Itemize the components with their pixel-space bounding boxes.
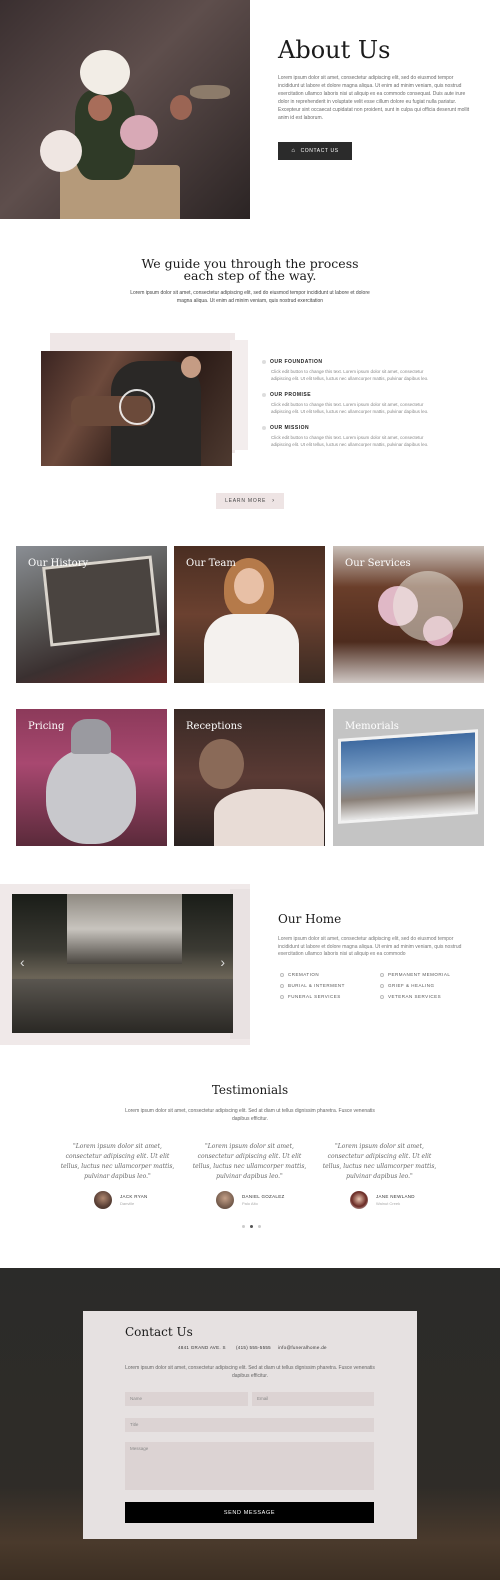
avatar xyxy=(94,1191,112,1209)
chevron-left-icon[interactable]: ‹ xyxy=(20,954,25,970)
check-icon xyxy=(380,972,384,977)
testimonial-author: DANIEL GOZALEZ Palo Alto xyxy=(216,1191,285,1209)
tile-pricing[interactable]: Pricing xyxy=(16,709,167,846)
guide-description: Lorem ipsum dolor sit amet, consectetur … xyxy=(130,290,370,304)
author-location: Walnut Creek xyxy=(376,1201,401,1206)
testimonial-quote: "Lorem ipsum dolor sit amet, consectetur… xyxy=(322,1143,437,1180)
testimonial-quote: "Lorem ipsum dolor sit amet, consectetur… xyxy=(60,1143,175,1180)
play-icon[interactable] xyxy=(119,389,155,425)
contact-email[interactable]: info@funeralhome.de xyxy=(278,1345,327,1350)
carousel-dot-active[interactable] xyxy=(250,1225,253,1228)
author-name: JACK RYAN xyxy=(120,1194,148,1199)
contact-description: Lorem ipsum dolor sit amet, consectetur … xyxy=(125,1365,375,1379)
carousel-dot[interactable] xyxy=(242,1225,245,1228)
check-icon xyxy=(380,994,384,999)
home-description: Lorem ipsum dolor sit amet, consectetur … xyxy=(278,936,462,957)
guide-title: We guide you through the process each st… xyxy=(100,257,400,283)
about-image xyxy=(0,0,250,219)
service-item: CREMATION xyxy=(288,972,320,977)
contact-address: 4841 GRAND AVE. S xyxy=(178,1345,226,1350)
contact-us-button[interactable]: ⌂ CONTACT US xyxy=(278,142,352,160)
author-location: Palo Alto xyxy=(242,1201,258,1206)
contact-title: Contact Us xyxy=(125,1325,193,1339)
author-location: Danville xyxy=(120,1201,135,1206)
testimonial-quote: "Lorem ipsum dolor sit amet, consectetur… xyxy=(192,1143,307,1180)
chevron-right-icon[interactable]: › xyxy=(220,954,225,970)
title-field[interactable]: Title xyxy=(125,1418,374,1432)
service-item: VETERAN SERVICES xyxy=(388,994,442,999)
feature-foundation: OUR FOUNDATION Click edit button to chan… xyxy=(262,359,442,382)
check-icon xyxy=(280,983,284,988)
services-right: PERMANENT MEMORIAL GRIEF & HEALING VETER… xyxy=(380,972,450,999)
feature-text: Click edit button to change this text. L… xyxy=(271,402,429,414)
feature-title: OUR FOUNDATION xyxy=(270,359,323,365)
testimonial-author: JACK RYAN Danville xyxy=(94,1191,148,1209)
learn-more-button[interactable]: LEARN MORE › xyxy=(216,493,284,509)
home-title: Our Home xyxy=(278,912,342,926)
feature-title: OUR MISSION xyxy=(270,425,310,431)
about-description: Lorem ipsum dolor sit amet, consectetur … xyxy=(278,75,470,121)
author-name: JANE NEWLAND xyxy=(376,1194,415,1199)
testimonial-author: JANE NEWLAND Walnut Creek xyxy=(350,1191,415,1209)
service-item: GRIEF & HEALING xyxy=(388,983,435,988)
avatar xyxy=(216,1191,234,1209)
feature-dot-icon xyxy=(262,360,266,364)
message-field[interactable]: Message xyxy=(125,1442,374,1490)
contact-us-label: CONTACT US xyxy=(300,148,339,154)
service-item: PERMANENT MEMORIAL xyxy=(388,972,451,977)
carousel-dot[interactable] xyxy=(258,1225,261,1228)
video-player[interactable] xyxy=(41,351,232,466)
check-icon xyxy=(380,983,384,988)
feature-mission: OUR MISSION Click edit button to change … xyxy=(262,425,442,448)
contact-phone: (415) 555-5555 xyxy=(236,1345,271,1350)
testimonials-title: Testimonials xyxy=(211,1083,289,1097)
email-field[interactable]: Email xyxy=(252,1392,374,1406)
avatar xyxy=(350,1191,368,1209)
check-icon xyxy=(280,994,284,999)
about-title: About Us xyxy=(278,36,391,64)
tile-our-history[interactable]: Our History xyxy=(16,546,167,683)
tile-receptions[interactable]: Receptions xyxy=(174,709,325,846)
chevron-right-icon: › xyxy=(272,498,275,504)
carousel-dots xyxy=(242,1225,261,1228)
home-backdrop-side xyxy=(230,889,250,1039)
services-left: CREMATION BURIAL & INTERMENT FUNERAL SER… xyxy=(280,972,345,999)
tile-our-team[interactable]: Our Team xyxy=(174,546,325,683)
feature-text: Click edit button to change this text. L… xyxy=(271,435,429,447)
check-icon xyxy=(280,972,284,977)
send-message-button[interactable]: SEND MESSAGE xyxy=(125,1502,374,1523)
tile-label: Receptions xyxy=(186,721,243,732)
tile-label: Pricing xyxy=(28,721,65,732)
tile-memorials[interactable]: Memorials xyxy=(333,709,484,846)
name-field[interactable]: Name xyxy=(125,1392,248,1406)
service-item: FUNERAL SERVICES xyxy=(288,994,341,999)
feature-dot-icon xyxy=(262,426,266,430)
tile-label: Memorials xyxy=(345,721,399,732)
home-icon: ⌂ xyxy=(291,148,296,154)
tile-label: Our Services xyxy=(345,558,411,569)
tile-label: Our Team xyxy=(186,558,236,569)
feature-promise: OUR PROMISE Click edit button to change … xyxy=(262,392,442,415)
testimonials-description: Lorem ipsum dolor sit amet, consectetur … xyxy=(125,1108,375,1122)
home-gallery[interactable]: ‹ › xyxy=(12,894,233,1033)
guide-title-line-2: each step of the way. xyxy=(183,268,317,283)
learn-more-label: LEARN MORE xyxy=(225,498,267,504)
decor-rect-side xyxy=(230,340,248,450)
tile-label: Our History xyxy=(28,558,89,569)
feature-text: Click edit button to change this text. L… xyxy=(271,369,429,381)
author-name: DANIEL GOZALEZ xyxy=(242,1194,285,1199)
tile-our-services[interactable]: Our Services xyxy=(333,546,484,683)
feature-title: OUR PROMISE xyxy=(270,392,312,398)
service-item: BURIAL & INTERMENT xyxy=(288,983,345,988)
feature-dot-icon xyxy=(262,393,266,397)
